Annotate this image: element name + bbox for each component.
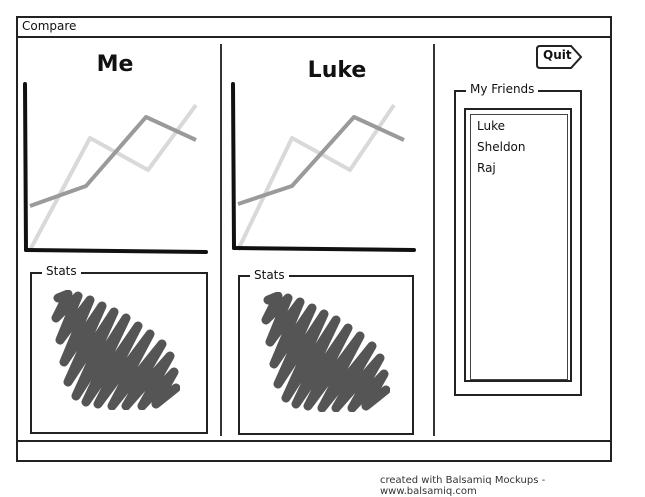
me-chart — [23, 82, 208, 254]
friends-list[interactable]: Luke Sheldon Raj — [464, 108, 572, 382]
luke-y-axis — [231, 82, 236, 250]
footer-credit: created with Balsamiq Mockups - www.bals… — [380, 475, 546, 497]
status-bar — [16, 440, 612, 462]
me-y-axis — [23, 82, 28, 252]
luke-series-dark — [237, 115, 405, 206]
list-item[interactable]: Raj — [477, 161, 496, 175]
window-title: Compare — [22, 19, 77, 33]
luke-x-axis — [232, 246, 416, 252]
me-name: Me — [96, 52, 134, 77]
me-x-axis — [24, 248, 208, 254]
quit-button[interactable]: Quit — [535, 44, 583, 70]
me-stats-scribble — [51, 290, 180, 410]
luke-chart — [231, 82, 416, 252]
list-item[interactable]: Sheldon — [477, 140, 526, 154]
me-series-dark — [29, 115, 197, 208]
me-stats-label: Stats — [42, 264, 81, 278]
title-bar: Compare — [16, 16, 612, 38]
column-separator-1 — [220, 44, 222, 436]
luke-stats-scribble — [261, 292, 390, 412]
friends-title: My Friends — [466, 82, 539, 96]
quit-label: Quit — [543, 48, 572, 62]
list-item[interactable]: Luke — [477, 119, 505, 133]
luke-stats-label: Stats — [250, 268, 289, 282]
friends-list-inner: Luke Sheldon Raj — [470, 114, 568, 380]
column-separator-2 — [433, 44, 435, 436]
